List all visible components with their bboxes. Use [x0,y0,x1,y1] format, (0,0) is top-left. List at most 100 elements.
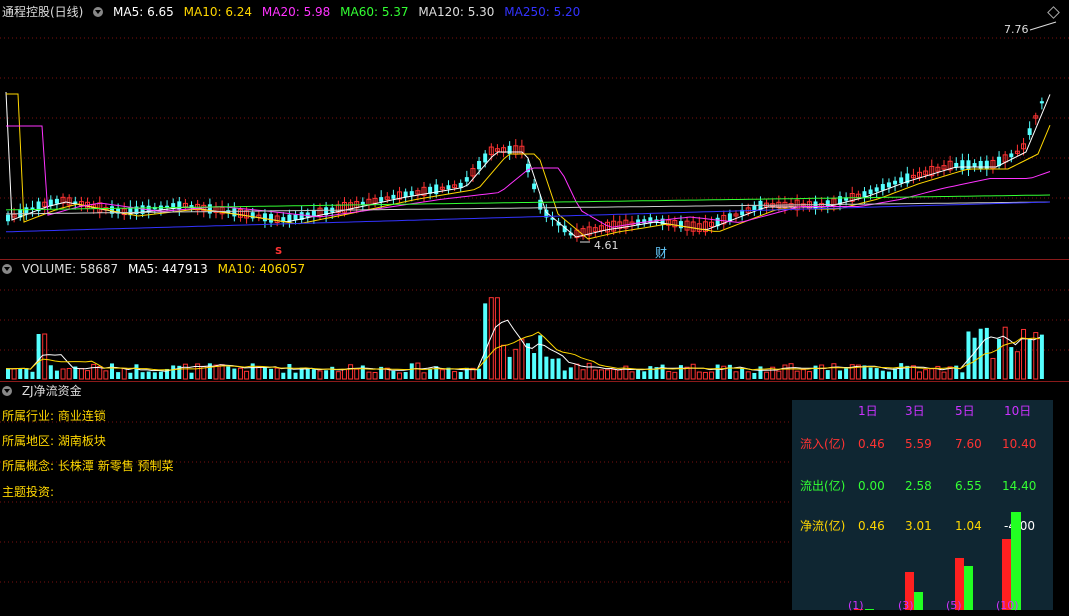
volume-bar-down [886,371,891,379]
volume-bar-up [42,333,48,380]
volume-bar-up [574,363,580,380]
volume-bar-down [226,366,231,379]
volume-bar-down [550,358,555,379]
candle-down [893,180,898,185]
fund-dropdown-icon[interactable] [2,386,12,396]
volume-bar-down [893,368,898,379]
volume-bar-down [305,368,310,379]
header-10d: 10日 [1004,404,1032,418]
volume-bar-down [134,364,139,379]
outflow-bar-10d [1011,512,1021,610]
volume-bar-down [648,366,653,379]
volume-bar-up [366,371,372,380]
volume-bar-up [788,363,794,380]
candle-down [984,160,989,170]
outflow-label: 流出(亿) [800,479,846,493]
concept-label: 所属概念: [2,459,55,473]
volume-bar-down [758,366,763,379]
volume-bar-down [171,365,176,379]
volume-bar-up [690,363,696,380]
candle-down [269,213,274,223]
candle-down [954,162,959,168]
volume-bar-up [341,369,347,380]
concept-value: 长株潭 新零售 预制菜 [57,459,174,473]
volume-bar-up [348,364,354,380]
candle-down [972,163,977,167]
volume-bar-up [709,371,715,380]
volume-bar-down [54,370,59,379]
volume-bar-down [642,371,647,379]
volume-bar-down [660,364,665,379]
volume-dropdown-icon[interactable] [2,264,12,274]
inflow-5d: 7.60 [955,437,982,451]
volume-bar-down [544,356,549,379]
candle-down [886,182,891,188]
candle-down [293,214,298,220]
candle-down [483,153,488,163]
candle-down [409,191,414,196]
volume-bar-up [103,370,109,380]
candle-down [507,145,512,155]
volume-bar-down [477,368,482,379]
outflow-1d: 0.00 [858,479,885,493]
volume-panel: VOLUME: 58687 MA5: 447913 MA10: 406057 [0,260,1069,380]
volume-ma10: MA10: 406057 [217,262,306,276]
volume-bar-up [819,364,825,380]
volume-bar-up [439,369,445,380]
volume-bar-up [91,363,97,380]
volume-bar-down [428,369,433,379]
volume-bar-down [844,368,849,379]
volume-bar-up [274,367,280,380]
volume-bar-up [794,370,800,380]
volume-bar-up [831,363,837,380]
candle-down [880,184,885,191]
volume-bar-up [990,357,996,380]
volume-chart [0,289,1069,380]
volume-bar-up [66,367,72,380]
header-1d: 1日 [858,404,878,418]
volume-bar-up [415,362,421,380]
volume-bar-down [562,370,567,379]
candle-down [458,182,463,188]
high-arrow-line [1029,21,1057,31]
volume-bar-up [764,371,770,380]
volume-bar-up [335,371,341,380]
volume-bar-up [917,371,923,380]
fund-header: ZJ净流资金 [2,383,88,399]
volume-bar-down [391,370,396,379]
volume-bar-up [672,371,678,380]
volume-bar-up [397,372,403,380]
volume-bar-up [586,362,592,380]
fund-flow-table: 1日 3日 5日 10日 流入(亿) 0.46 5.59 7.60 10.40 … [792,400,1053,612]
volume-bar-down [48,365,53,379]
bottom-label-10: (10) [996,599,1019,612]
volume-bar-down [128,372,133,379]
settings-dropdown-icon[interactable] [93,7,104,17]
volume-bar-down [813,365,818,379]
volume-bar-down [972,337,977,379]
bottom-label-1: (1) [848,599,864,612]
outflow-bar-3d [914,592,923,610]
volume-bar-down [874,368,879,379]
volume-bar-up [372,371,378,380]
volume-bar-up [733,371,739,380]
candle-down [250,212,255,219]
volume-bar-down [293,372,298,379]
volume-bar-down [18,368,23,379]
volume-bar-down [483,303,488,379]
ma5-label: MA5: 6.65 [113,5,174,19]
volume-bar-up [78,368,84,380]
header-5d: 5日 [955,404,975,418]
volume-bar-down [825,370,830,379]
volume-bar-down [281,372,286,379]
volume-bar-up [121,367,127,380]
price-panel: 通程控股(日线) MA5: 6.65 MA10: 6.24 MA20: 5.98… [0,0,1069,260]
volume-bar-down [556,358,561,379]
volume-bar-down [140,372,145,379]
volume-bar-down [740,367,745,379]
volume-bar-up [1021,328,1027,380]
volume-bar-down [152,372,157,379]
volume-bar-down [360,365,365,379]
volume-bar-up [800,369,806,380]
volume-bar-down [403,372,408,379]
